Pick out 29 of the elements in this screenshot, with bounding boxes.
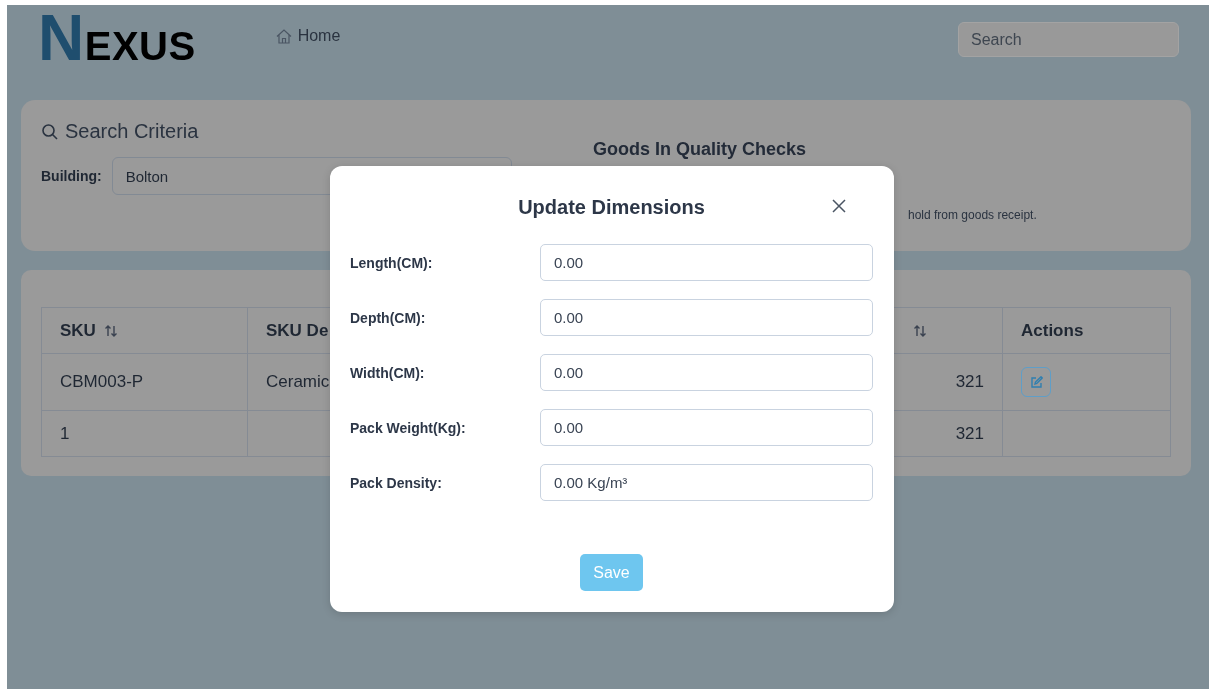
field-label: Width(CM): (350, 364, 426, 381)
input-field[interactable]: 0.00 (540, 299, 873, 336)
search-field[interactable]: Search (958, 22, 1179, 57)
dialog-title: Update Dimensions (518, 195, 705, 219)
field-label: Building: (41, 168, 102, 184)
column-header: Actions (1003, 308, 1171, 354)
column-header[interactable]: SKU (42, 308, 248, 354)
sort-icon[interactable] (913, 323, 927, 338)
description-text: hold from goods receipt. (908, 208, 1037, 222)
input-field[interactable]: 0.00 (540, 409, 873, 446)
page-heading: Goods In Quality Checks (593, 139, 807, 160)
input-field[interactable]: 0.00 (540, 354, 873, 391)
sort-icon[interactable] (103, 323, 118, 338)
search-icon (41, 122, 59, 141)
edit-icon (1029, 375, 1043, 389)
input-field[interactable]: 0.00 (540, 244, 873, 281)
close-icon (831, 198, 847, 214)
field-label: Pack Weight(Kg): (350, 419, 467, 436)
home-icon (275, 28, 292, 44)
field-label: Pack Density: (350, 474, 443, 491)
logo: NEXUS (38, 0, 196, 75)
field-label: Length(CM): (350, 254, 434, 271)
table-cell: CBM003-P (42, 354, 248, 411)
home-link[interactable]: Home (275, 27, 341, 45)
table-cell: 1 (42, 411, 248, 457)
section-title: Search Criteria (65, 120, 199, 143)
close-button[interactable] (831, 198, 847, 214)
field-label: Depth(CM): (350, 309, 427, 326)
input-field[interactable]: 0.00 Kg/m³ (540, 464, 873, 501)
